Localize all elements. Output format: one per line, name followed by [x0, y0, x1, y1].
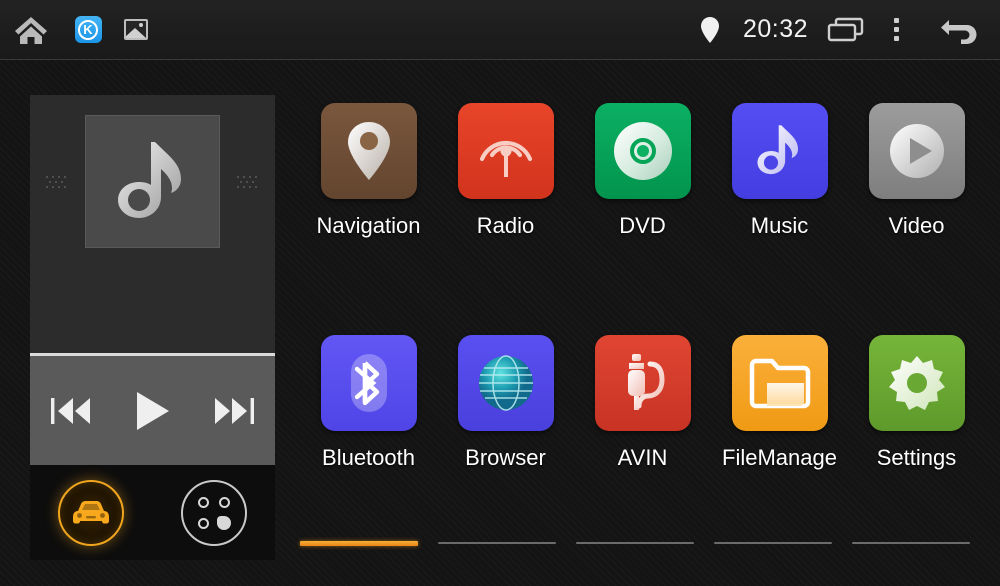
app-label: FileManage — [722, 445, 837, 470]
overflow-dots — [893, 18, 899, 41]
kinemaster-notification-icon[interactable]: K — [62, 0, 114, 59]
page-dot-3[interactable] — [576, 542, 694, 544]
music-note-icon — [117, 141, 181, 218]
bluetooth-tile[interactable] — [320, 335, 417, 431]
location-pin-icon[interactable] — [687, 0, 733, 59]
globe-icon — [478, 355, 533, 411]
radio-tile[interactable] — [457, 103, 554, 199]
avin-tile[interactable] — [594, 335, 691, 431]
browser-tile[interactable] — [457, 335, 554, 431]
speaker-grille-right-icon — [237, 176, 259, 192]
app-settings[interactable]: Settings — [848, 335, 985, 505]
app-dvd[interactable]: DVD — [574, 103, 711, 273]
overflow-menu-icon[interactable] — [874, 0, 918, 59]
play-circle-icon — [889, 124, 944, 178]
map-pin-icon — [347, 122, 390, 180]
app-navigation[interactable]: Navigation — [300, 103, 437, 273]
photo-notification-icon[interactable] — [114, 0, 158, 59]
status-bar: K 20:32 — [0, 0, 1000, 60]
app-label: Radio — [476, 213, 535, 238]
app-browser[interactable]: Browser — [437, 335, 574, 505]
app-row-1: Navigation Radio DVD Music Video — [300, 103, 1000, 273]
app-filemanager[interactable]: FileManage — [711, 335, 848, 505]
page-indicator — [300, 538, 1000, 548]
home-screen: K 20:32 Navigation Radio DVD Music Video… — [0, 0, 1000, 586]
app-label: Bluetooth — [322, 445, 415, 470]
page-dot-2[interactable] — [438, 542, 556, 544]
status-bar-right: 20:32 — [687, 0, 1000, 59]
recents-icon[interactable] — [818, 0, 874, 59]
video-tile[interactable] — [868, 103, 965, 199]
status-bar-left: K — [0, 0, 158, 59]
transport-controls — [30, 356, 275, 465]
app-grid: Navigation Radio DVD Music Video Bluetoo… — [300, 95, 1000, 525]
filemanager-tile[interactable] — [731, 335, 828, 431]
clock: 20:32 — [742, 15, 808, 43]
gear-icon — [888, 356, 945, 410]
app-music[interactable]: Music — [711, 103, 848, 273]
app-label: Navigation — [316, 213, 421, 238]
music-tile[interactable] — [731, 103, 828, 199]
home-icon[interactable] — [0, 0, 62, 59]
dvd-tile[interactable] — [594, 103, 691, 199]
folder-icon — [749, 358, 810, 409]
app-label: DVD — [619, 213, 666, 238]
app-bluetooth[interactable]: Bluetooth — [300, 335, 437, 505]
music-widget[interactable] — [30, 95, 275, 465]
av-input-icon — [627, 354, 665, 410]
k-badge: K — [74, 16, 102, 43]
app-radio[interactable]: Radio — [437, 103, 574, 273]
app-video[interactable]: Video — [848, 103, 985, 273]
photo-frame — [124, 19, 148, 40]
page-dot-5[interactable] — [852, 542, 970, 544]
app-label: AVIN — [617, 445, 668, 470]
app-label: Music — [750, 213, 809, 238]
k-badge-letter: K — [78, 19, 98, 40]
page-dot-4[interactable] — [714, 542, 832, 544]
app-drawer-button[interactable] — [180, 479, 247, 546]
disc-icon — [613, 122, 672, 180]
next-button[interactable] — [201, 381, 267, 441]
app-drawer-icon — [197, 496, 231, 530]
app-label: Video — [888, 213, 945, 238]
radio-waves-icon — [479, 140, 532, 177]
album-art — [85, 115, 220, 248]
page-dot-1[interactable] — [300, 540, 418, 546]
speaker-grille-left-icon — [46, 176, 68, 192]
back-icon[interactable] — [918, 0, 1000, 59]
play-button[interactable] — [119, 381, 185, 441]
app-label: Browser — [465, 445, 546, 470]
app-label: Settings — [876, 445, 957, 470]
music-note-icon — [757, 125, 798, 175]
previous-button[interactable] — [38, 381, 104, 441]
car-mode-button[interactable] — [58, 479, 125, 546]
bluetooth-icon — [350, 354, 387, 412]
widget-bottom-bar — [30, 465, 275, 560]
navigation-tile[interactable] — [320, 103, 417, 199]
car-icon — [73, 500, 110, 523]
settings-tile[interactable] — [868, 335, 965, 431]
app-row-2: Bluetooth Browser AVIN FileManage Settin… — [300, 335, 1000, 505]
app-avin[interactable]: AVIN — [574, 335, 711, 505]
